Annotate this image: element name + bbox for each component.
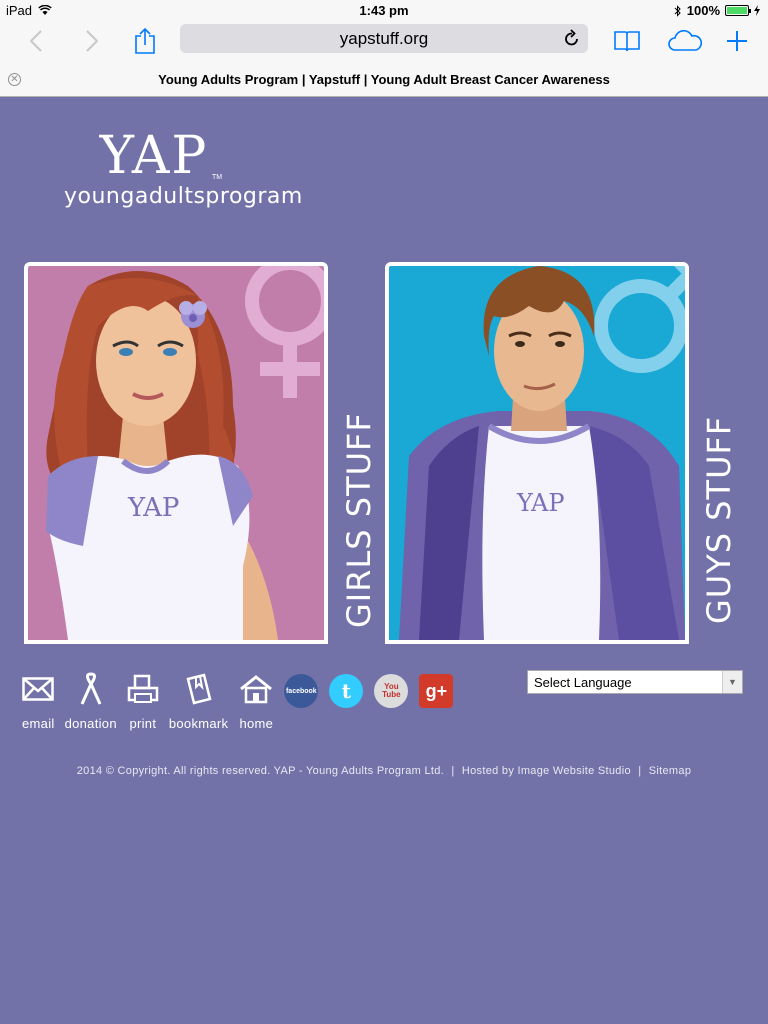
twitter-text: t xyxy=(341,679,351,703)
status-bar: iPad 1:43 pm 100% xyxy=(0,0,768,20)
plus-icon xyxy=(727,31,747,51)
bookmarks-button[interactable] xyxy=(613,26,641,56)
home-label: home xyxy=(239,716,274,731)
chevron-left-icon xyxy=(30,30,42,52)
printer-icon xyxy=(127,674,159,703)
tab-title[interactable]: Young Adults Program | Yapstuff | Young … xyxy=(0,72,768,87)
bluetooth-icon xyxy=(674,4,681,17)
charging-icon xyxy=(754,5,760,16)
share-button[interactable] xyxy=(132,26,158,56)
home-link[interactable]: home xyxy=(238,670,274,731)
copyright-bar: 2014 © Copyright. All rights reserved. Y… xyxy=(0,765,768,777)
girl-shirt-logo: YAP xyxy=(127,493,179,523)
donation-label: donation xyxy=(64,716,117,731)
guy-illustration: YAP xyxy=(399,266,685,640)
print-label: print xyxy=(129,716,157,731)
guys-stuff-card[interactable]: YAP xyxy=(385,262,689,644)
twitter-icon[interactable]: t xyxy=(329,674,364,708)
site-logo[interactable]: YAP TM youngadultsprogram xyxy=(64,128,304,209)
bookmark-link[interactable]: bookmark xyxy=(169,670,228,731)
girl-illustration: YAP xyxy=(46,266,324,640)
female-symbol-icon xyxy=(245,266,324,398)
ribbon-icon xyxy=(80,672,102,705)
language-select-value: Select Language xyxy=(534,674,632,690)
browser-toolbar: yapstuff.org xyxy=(0,20,768,62)
language-select[interactable]: Select Language ▼ xyxy=(527,670,743,694)
email-link[interactable]: email xyxy=(22,670,55,731)
facebook-text: facebook xyxy=(285,687,317,695)
footer-links: email donation print bookmark home faceb… xyxy=(22,670,464,731)
battery-percent: 100% xyxy=(686,3,720,18)
guy-shirt-logo: YAP xyxy=(516,489,564,517)
share-icon xyxy=(135,27,155,54)
male-symbol-icon xyxy=(594,266,685,373)
new-tab-button[interactable] xyxy=(725,26,749,56)
address-bar[interactable]: yapstuff.org xyxy=(180,24,588,53)
home-icon xyxy=(240,675,273,704)
separator: | xyxy=(451,765,455,777)
facebook-icon[interactable]: facebook xyxy=(284,674,319,708)
cloud-icon xyxy=(668,30,703,51)
hosted-by-link[interactable]: Hosted by Image Website Studio xyxy=(462,765,631,777)
tab-bar: ✕ Young Adults Program | Yapstuff | Youn… xyxy=(0,62,768,97)
logo-subtitle: youngadultsprogram xyxy=(64,184,303,209)
google-plus-text: g+ xyxy=(425,680,448,701)
girls-stuff-card[interactable]: YAP xyxy=(24,262,328,644)
copyright-text: 2014 © Copyright. All rights reserved. Y… xyxy=(76,765,444,777)
back-button[interactable] xyxy=(24,26,48,56)
icloud-tabs-button[interactable] xyxy=(667,26,703,56)
logo-trademark: TM xyxy=(212,174,223,181)
separator: | xyxy=(638,765,642,777)
guys-stuff-label[interactable]: GUYS STUFF xyxy=(700,416,738,624)
reload-icon[interactable] xyxy=(564,29,580,47)
chevron-right-icon xyxy=(86,30,98,52)
envelope-icon xyxy=(22,677,55,701)
clock: 1:43 pm xyxy=(359,3,409,18)
chevron-down-icon: ▼ xyxy=(722,671,742,693)
battery-icon xyxy=(725,5,751,16)
google-plus-icon[interactable]: g+ xyxy=(419,674,454,708)
url-text: yapstuff.org xyxy=(339,28,429,48)
bookmark-icon xyxy=(186,673,212,705)
forward-button[interactable] xyxy=(80,26,104,56)
donation-link[interactable]: donation xyxy=(65,670,117,731)
print-link[interactable]: print xyxy=(127,670,159,731)
youtube-text: You Tube xyxy=(382,682,401,699)
sitemap-link[interactable]: Sitemap xyxy=(649,765,691,777)
youtube-icon[interactable]: You Tube xyxy=(374,674,409,708)
email-label: email xyxy=(22,716,55,731)
book-icon xyxy=(614,31,640,52)
girls-stuff-label[interactable]: GIRLS STUFF xyxy=(340,412,378,628)
bookmark-label: bookmark xyxy=(168,716,229,731)
